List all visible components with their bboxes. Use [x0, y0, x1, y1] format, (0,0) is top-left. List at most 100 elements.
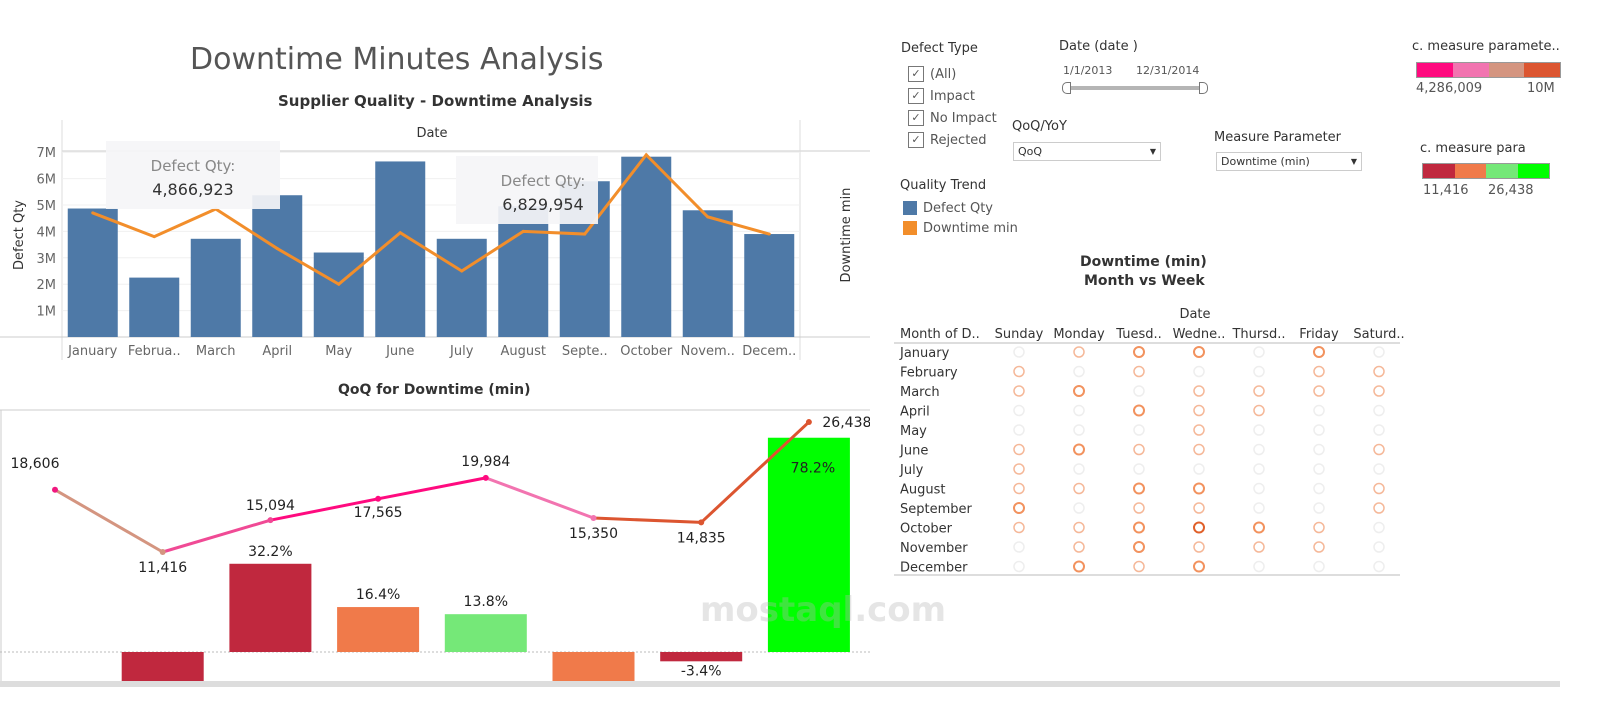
- defect-type-checkbox[interactable]: ✓ (All): [908, 63, 997, 85]
- downtime-point: [91, 211, 95, 215]
- heatmap-cell: [1013, 443, 1025, 456]
- heatmap-cell: [1073, 424, 1085, 436]
- row-label: January: [899, 346, 950, 361]
- heatmap-cell: [1013, 346, 1025, 358]
- heatmap-cell: [1073, 365, 1085, 378]
- heatmap-cell: [1073, 346, 1085, 358]
- y2-axis-label: Downtime min: [839, 188, 854, 283]
- heatmap-cell: [1013, 385, 1025, 397]
- qoq-value: QoQ: [1018, 145, 1043, 158]
- heatmap-cell: [1253, 502, 1265, 514]
- defect-type-checkbox[interactable]: ✓ No Impact: [908, 107, 997, 129]
- heatmap-cell: [1193, 521, 1205, 534]
- heatmap-cell: [1073, 482, 1085, 495]
- x-tick-label: Septe..: [562, 344, 608, 359]
- downtime-label: 15,350: [569, 526, 618, 542]
- downtime-point: [698, 519, 705, 526]
- row-label: October: [900, 522, 953, 537]
- row-label: April: [900, 405, 930, 420]
- x-tick-label: August: [501, 344, 547, 359]
- downtime-point: [337, 282, 341, 286]
- measure-dropdown[interactable]: Downtime (min) ▼: [1216, 152, 1362, 171]
- qoq-bar: [337, 607, 420, 652]
- slider-start-handle[interactable]: [1062, 82, 1071, 94]
- heatmap-cell: [1373, 385, 1385, 397]
- downtime-label: 18,606: [11, 456, 60, 472]
- downtime-point: [159, 549, 166, 555]
- downtime-point: [482, 474, 489, 481]
- date-filter-label: Date (date ): [1059, 39, 1138, 54]
- row-label: June: [899, 444, 928, 459]
- heatmap-cell: [1133, 502, 1145, 514]
- slider-end-handle[interactable]: [1199, 82, 1208, 94]
- checkbox-label: Impact: [930, 88, 975, 104]
- heatmap-cell: [1313, 443, 1325, 456]
- ramp-step: [1423, 164, 1455, 178]
- downtime-point: [583, 232, 587, 236]
- heatmap-cell: [1253, 385, 1265, 397]
- checkbox-check-icon[interactable]: ✓: [908, 66, 924, 82]
- heatmap-cell: [1013, 482, 1025, 495]
- x-tick-label: Februa..: [128, 344, 181, 359]
- column-label: Monday: [1053, 327, 1105, 342]
- qoq-bar: [229, 563, 312, 652]
- heatmap-cell: [1253, 521, 1265, 534]
- downtime-label: 15,094: [246, 498, 295, 514]
- downtime-point: [521, 229, 525, 233]
- x-tick-label: July: [449, 344, 474, 359]
- heatmap-cell: [1073, 560, 1085, 573]
- downtime-point: [767, 232, 771, 236]
- qoq-label: 78.2%: [791, 461, 835, 477]
- downtime-label: 19,984: [461, 454, 510, 470]
- ramp2-min: 11,416: [1423, 183, 1469, 198]
- row-label: December: [900, 561, 968, 576]
- downtime-line-segment: [593, 516, 702, 524]
- dashboard-title: Downtime Minutes Analysis: [190, 42, 604, 77]
- bar-februa: [129, 277, 180, 337]
- x-tick-label: October: [620, 344, 673, 359]
- heatmap-cell: [1073, 541, 1085, 553]
- heatmap-cell: [1373, 541, 1385, 553]
- ramp-step: [1486, 164, 1518, 178]
- qoq-bar: [660, 652, 743, 662]
- legend-label: Downtime min: [923, 220, 1018, 236]
- y-axis-label: Defect Qty: [12, 200, 27, 270]
- defect-type-checkbox[interactable]: ✓ Rejected: [908, 129, 997, 151]
- heatmap-cell: [1253, 560, 1265, 573]
- bar-october: [621, 156, 672, 337]
- heatmap-cell: [1013, 541, 1025, 553]
- x-tick-label: Decem..: [742, 344, 796, 359]
- qoq-dropdown[interactable]: QoQ ▼: [1013, 142, 1161, 161]
- qoq-bar: [121, 652, 204, 681]
- row-header: Month of D..: [900, 327, 980, 342]
- heatmap-cell: [1373, 365, 1385, 378]
- horizontal-scrollbar[interactable]: [0, 681, 1560, 687]
- heatmap-cell: [1253, 541, 1265, 553]
- heatmap-cell: [1133, 424, 1145, 436]
- defect-downtime-chart: Date Defect Qty Downtime min 1M 2M 3M 4M 5M 6M 7M…: [0, 120, 870, 360]
- checkbox-check-icon[interactable]: ✓: [908, 132, 924, 148]
- defect-type-checkbox[interactable]: ✓ Impact: [908, 85, 997, 107]
- heatmap-cell: [1013, 463, 1025, 475]
- heatmap-cell: [1373, 463, 1385, 475]
- heatmap-cell: [1253, 404, 1265, 417]
- x-tick-label: January: [67, 344, 118, 359]
- y-tick-label: 7M: [37, 146, 57, 161]
- qoq-label: 16.4%: [356, 587, 400, 603]
- ramp-step: [1417, 63, 1453, 77]
- heatmap-cell: [1193, 404, 1205, 417]
- row-label: July: [899, 463, 924, 478]
- downtime-point: [706, 215, 710, 219]
- column-label: Friday: [1299, 327, 1339, 342]
- qoq-bar: [552, 652, 635, 681]
- checkbox-check-icon[interactable]: ✓: [908, 88, 924, 104]
- date-range-slider[interactable]: [1062, 82, 1208, 94]
- heatmap-cell: [1193, 463, 1205, 475]
- column-header: Date: [1179, 307, 1210, 322]
- row-label: February: [900, 366, 958, 381]
- column-label: Tuesd..: [1115, 327, 1162, 342]
- y-tick-label: 6M: [37, 173, 57, 188]
- row-label: March: [900, 385, 940, 400]
- checkbox-check-icon[interactable]: ✓: [908, 110, 924, 126]
- downtime-point: [805, 419, 812, 426]
